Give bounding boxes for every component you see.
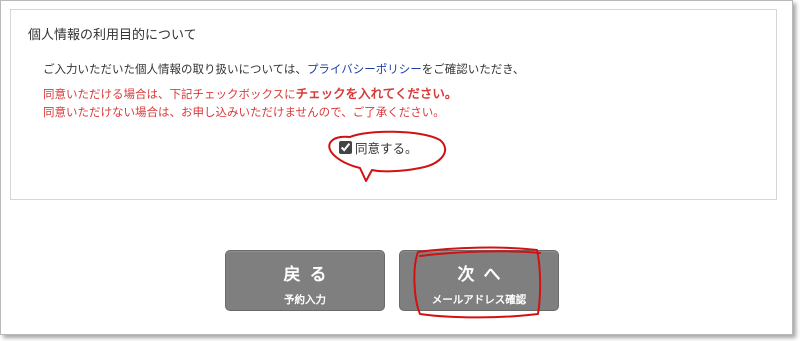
consent-instruction-emphasis: チェックを入れてください。 xyxy=(295,86,458,101)
agree-checkbox[interactable] xyxy=(339,141,352,154)
privacy-policy-link[interactable]: プライバシーポリシー xyxy=(307,62,422,76)
next-button-sublabel: メールアドレス確認 xyxy=(431,294,527,306)
screenshot-frame: 個人情報の利用目的について ご入力いただいた個人情報の取り扱いについては、プライ… xyxy=(0,0,793,335)
consent-instruction-prefix: 同意いただける場合は、下記チェックボックスに xyxy=(43,87,296,101)
consent-instruction-line: 同意いただける場合は、下記チェックボックスにチェックを入れてください。 xyxy=(43,83,457,102)
back-button[interactable]: 戻る 予約入力 xyxy=(225,250,385,311)
policy-notice-line: ご入力いただいた個人情報の取り扱いについては、プライバシーポリシーをご確認いただ… xyxy=(43,61,524,77)
next-button[interactable]: 次へ メールアドレス確認 xyxy=(399,250,559,311)
policy-notice-suffix: をご確認いただき、 xyxy=(421,62,525,76)
back-button-label: 戻る xyxy=(283,265,336,285)
section-title: 個人情報の利用目的について xyxy=(28,28,197,43)
policy-notice-prefix: ご入力いただいた個人情報の取り扱いについては、 xyxy=(43,62,307,76)
back-button-sublabel: 予約入力 xyxy=(284,294,326,306)
agree-label: 同意する。 xyxy=(355,141,418,156)
next-button-label: 次へ xyxy=(457,265,510,285)
decline-notice-line: 同意いただけない場合は、お申し込みいただけませんので、ご了承ください。 xyxy=(43,105,445,119)
agree-option[interactable]: 同意する。 xyxy=(339,138,418,157)
